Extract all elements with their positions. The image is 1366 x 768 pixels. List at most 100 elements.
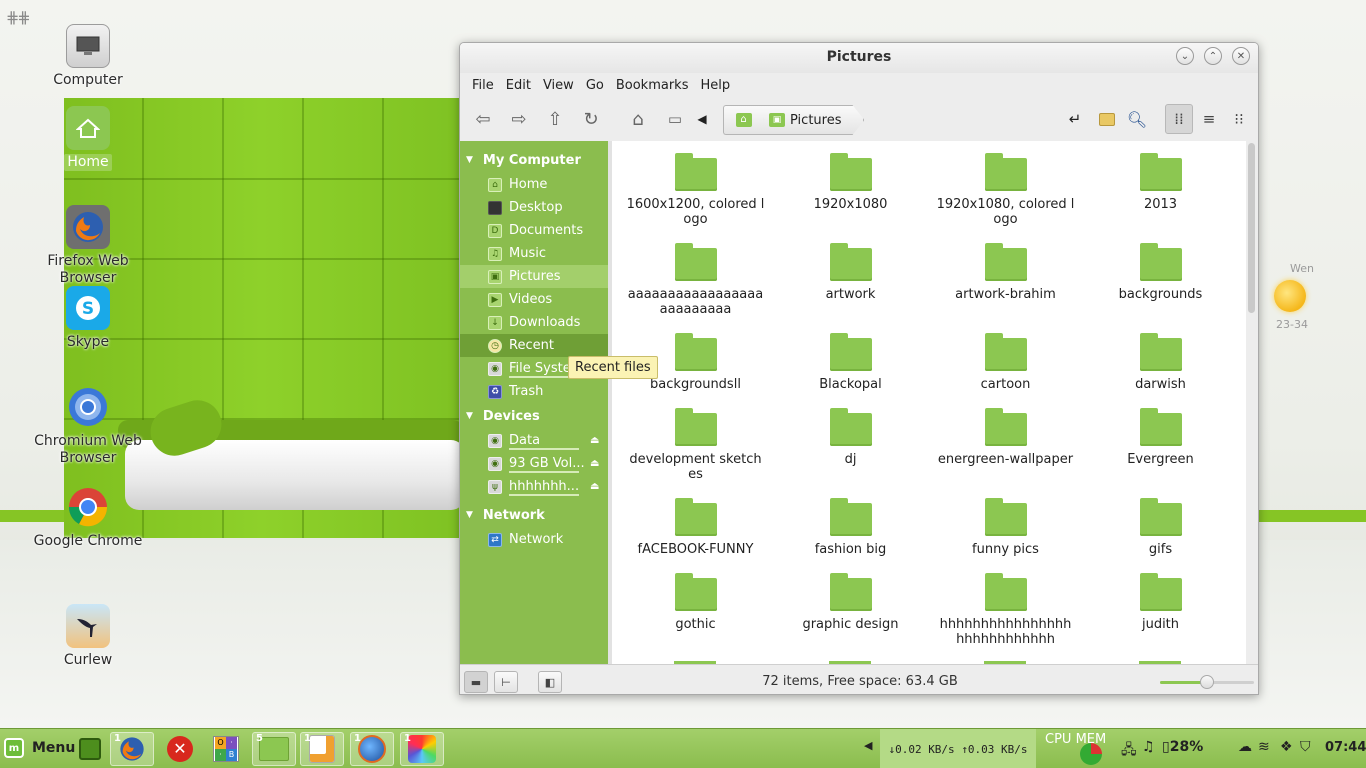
folder-item[interactable]: 2013	[1083, 153, 1238, 212]
launcher-close-app[interactable]: ✕	[158, 732, 202, 766]
folder-item[interactable]: backgrounds	[1083, 243, 1238, 302]
sidebar-item-network[interactable]: ⇄ Network	[460, 528, 608, 551]
weather-tray-icon[interactable]: ☁	[1238, 739, 1252, 755]
taskbar-app-colorpicker[interactable]: 1	[400, 732, 444, 766]
list-view-button[interactable]: ≡	[1195, 104, 1223, 134]
desktop-icon-curlew[interactable]: Curlew	[18, 604, 158, 669]
desktop-icon-home[interactable]: Home	[18, 106, 158, 171]
folder-item[interactable]: 1920x1080, colored logo	[928, 153, 1083, 227]
folder-item[interactable]: energreen-wallpaper	[928, 408, 1083, 467]
menu-view[interactable]: View	[537, 78, 580, 93]
sidebar-item-recent[interactable]: ◷ Recent	[460, 334, 608, 357]
sidebar-item-pictures[interactable]: ▣ Pictures	[460, 265, 608, 288]
zoom-slider[interactable]	[1160, 675, 1254, 689]
folder-item[interactable]: Blackopal	[773, 333, 928, 392]
sidebar-section-network[interactable]: ▼ Network	[460, 502, 608, 528]
sidebar-item-home[interactable]: ⌂ Home	[460, 173, 608, 196]
folder-item[interactable]: aaaaaaaaaaaaaaaaaaaaaaaaaa	[618, 243, 773, 317]
sidebar-item-downloads[interactable]: ↓ Downloads	[460, 311, 608, 334]
folder-item[interactable]: graphic design	[773, 573, 928, 632]
menu-file[interactable]: File	[466, 78, 500, 93]
zoom-slider-knob[interactable]	[1200, 675, 1214, 689]
folder-icon	[674, 408, 717, 446]
maximize-button[interactable]: ⌃	[1204, 47, 1222, 65]
sidebar-item-desktop[interactable]: Desktop	[460, 196, 608, 219]
clock[interactable]: 07:44	[1325, 740, 1366, 755]
wifi-icon[interactable]: ≋	[1258, 739, 1270, 755]
folder-item[interactable]: funny pics	[928, 498, 1083, 557]
desktop-icon-chromium[interactable]: Chromium Web Browser	[18, 385, 158, 467]
breadcrumb-pictures[interactable]: ▣ Pictures	[753, 105, 864, 135]
desktop-icon-chrome[interactable]: Google Chrome	[18, 485, 158, 550]
compact-view-button[interactable]: ⁝⁝	[1225, 104, 1253, 134]
folder-item[interactable]: artwork	[773, 243, 928, 302]
minimize-button[interactable]: ⌄	[1176, 47, 1194, 65]
menu-help[interactable]: Help	[694, 78, 736, 93]
reload-button[interactable]: ↻	[576, 104, 606, 134]
folder-item[interactable]: judith	[1083, 573, 1238, 632]
up-button[interactable]: ⇧	[540, 104, 570, 134]
dropbox-icon[interactable]: ❖	[1280, 739, 1293, 755]
sidebar-section-devices[interactable]: ▼ Devices	[460, 403, 608, 429]
sidebar-item-data[interactable]: ◉ Data ⏏	[460, 429, 608, 452]
sidebar-item-label: Recent	[509, 338, 554, 353]
vertical-scrollbar[interactable]	[1248, 143, 1256, 662]
window-titlebar[interactable]: Pictures ⌄ ⌃ ✕	[460, 43, 1258, 73]
computer-button[interactable]: ▭	[660, 104, 690, 134]
eject-icon[interactable]: ⏏	[590, 435, 599, 446]
sidebar-item-music[interactable]: ♫ Music	[460, 242, 608, 265]
back-button[interactable]: ⇦	[468, 104, 498, 134]
sidebar-item-documents[interactable]: D Documents	[460, 219, 608, 242]
folder-item[interactable]: 1920x1080	[773, 153, 928, 212]
taskbar-app-document[interactable]: 1	[300, 732, 344, 766]
new-folder-button[interactable]	[1092, 104, 1122, 134]
folder-item[interactable]: 1600x1200, colored logo	[618, 153, 773, 227]
sidebar-section-my-computer[interactable]: ▼ My Computer	[460, 147, 608, 173]
battery-indicator[interactable]: ▯28%	[1162, 739, 1203, 755]
icon-view-button[interactable]: ⁞⁞	[1165, 104, 1193, 134]
folder-icon	[984, 573, 1027, 611]
desktop-icon-skype[interactable]: S Skype	[18, 286, 158, 351]
forward-button[interactable]: ⇨	[504, 104, 534, 134]
launcher-show-desktop[interactable]	[68, 732, 112, 766]
home-button[interactable]: ⌂	[623, 104, 653, 134]
sound-icon[interactable]: ♫	[1142, 739, 1155, 755]
taskbar-firefox[interactable]: 1	[110, 732, 154, 766]
taskbar-file-manager[interactable]: 5	[252, 732, 296, 766]
toggle-location-button[interactable]: ↵	[1060, 104, 1090, 134]
folder-item[interactable]: fashion big	[773, 498, 928, 557]
breadcrumb-left-button[interactable]: ◀	[692, 104, 712, 134]
desktop-icon-computer[interactable]: Computer	[18, 24, 158, 89]
close-button[interactable]: ✕	[1232, 47, 1250, 65]
sidebar-item-usb-drive[interactable]: ψ hhhhhhh... ⏏	[460, 475, 608, 498]
folder-item[interactable]: artwork-brahim	[928, 243, 1083, 302]
network-speed-applet[interactable]: ↓0.02 KB/s ↑0.03 KB/s	[880, 729, 1036, 768]
folder-item[interactable]: gifs	[1083, 498, 1238, 557]
folder-item[interactable]: gothic	[618, 573, 773, 632]
folder-item[interactable]: fACEBOOK-FUNNY	[618, 498, 773, 557]
taskbar-app-browser[interactable]: 1	[350, 732, 394, 766]
folder-item[interactable]: development sketches	[618, 408, 773, 482]
update-shield-icon[interactable]: ⛉	[1300, 739, 1311, 755]
search-button[interactable]: 🔍︎	[1122, 104, 1152, 134]
network-wired-icon[interactable]: 🖧︎	[1121, 739, 1137, 763]
start-menu-button[interactable]: m Menu	[4, 738, 75, 758]
eject-icon[interactable]: ⏏	[590, 481, 599, 492]
folder-item[interactable]: cartoon	[928, 333, 1083, 392]
folder-item[interactable]: hhhhhhhhhhhhhhhhhhhhhhhhhhhh	[928, 573, 1083, 647]
sidebar-item-videos[interactable]: ▶ Videos	[460, 288, 608, 311]
folder-item[interactable]: darwish	[1083, 333, 1238, 392]
desktop-icon-firefox[interactable]: Firefox Web Browser	[18, 205, 158, 287]
folder-item[interactable]: dj	[773, 408, 928, 467]
sidebar-item-trash[interactable]: ♻ Trash	[460, 380, 608, 403]
menu-go[interactable]: Go	[580, 78, 610, 93]
menu-edit[interactable]: Edit	[500, 78, 537, 93]
menu-bookmarks[interactable]: Bookmarks	[610, 78, 695, 93]
eject-icon[interactable]: ⏏	[590, 458, 599, 469]
sidebar-item-93gb-volume[interactable]: ◉ 93 GB Vol... ⏏	[460, 452, 608, 475]
tray-scroll-left-icon[interactable]: ◀	[864, 739, 872, 752]
scrollbar-thumb[interactable]	[1248, 143, 1255, 313]
folder-item[interactable]: Evergreen	[1083, 408, 1238, 467]
launcher-office[interactable]: O ·· B	[204, 732, 248, 766]
file-view[interactable]: 1600x1200, colored logo 1920x1080 1920x108…	[612, 141, 1246, 664]
